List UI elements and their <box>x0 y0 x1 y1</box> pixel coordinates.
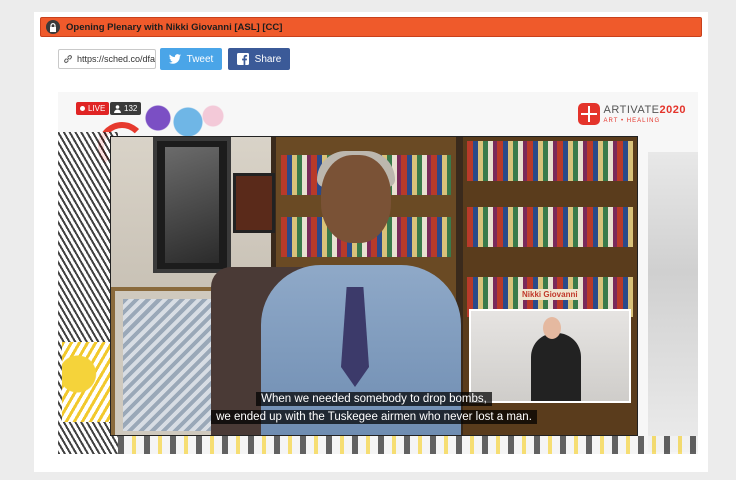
live-badge: LIVE <box>76 102 110 115</box>
tweet-button[interactable]: Tweet <box>160 48 222 70</box>
session-title-bar: Opening Plenary with Nikki Giovanni [ASL… <box>40 17 702 37</box>
link-icon <box>63 54 73 64</box>
share-url-field[interactable]: https://sched.co/dfa3 <box>58 49 156 69</box>
twitter-icon <box>168 54 181 64</box>
share-url-text: https://sched.co/dfa3 <box>77 54 156 64</box>
logo-tagline: ART • HEALING <box>603 117 661 124</box>
artivate-logo: ARTIVATE2020 ART • HEALING <box>577 100 686 128</box>
book-row <box>467 141 633 181</box>
user-icon <box>114 104 121 113</box>
speaker-head <box>321 155 391 243</box>
viewer-count-badge: 132 <box>110 102 142 115</box>
collage-decoration-left-yellow <box>62 342 114 422</box>
collage-decoration-bottom <box>118 436 698 454</box>
live-label: LIVE <box>88 104 106 113</box>
viewer-count: 132 <box>124 104 138 113</box>
live-dot-icon <box>80 106 85 111</box>
lock-icon <box>46 20 60 34</box>
video-player[interactable]: LIVE 132 ARTIVATE2020 ART • HEALING Nikk… <box>58 92 698 454</box>
book-row <box>467 207 633 247</box>
collage-decoration-right <box>648 152 698 452</box>
tweet-label: Tweet <box>186 53 214 65</box>
session-card: Opening Plenary with Nikki Giovanni [ASL… <box>34 12 708 472</box>
wall-frame-small <box>233 173 275 233</box>
wall-frame-portrait <box>153 137 231 273</box>
closed-captions: When we needed somebody to drop bombs, w… <box>111 389 637 425</box>
video-frame[interactable]: Nikki Giovanni When we needed somebody t… <box>110 136 638 436</box>
share-row: https://sched.co/dfa3 Tweet Share <box>58 48 290 70</box>
artivate-cross-icon <box>577 103 600 125</box>
caption-line-2: we ended up with the Tuskegee airmen who… <box>211 410 537 424</box>
caption-line-1: When we needed somebody to drop bombs, <box>256 392 492 406</box>
logo-word: ARTIVATE2020 <box>603 103 686 116</box>
facebook-icon <box>236 53 249 65</box>
share-label: Share <box>254 53 282 65</box>
facebook-share-button[interactable]: Share <box>228 48 290 70</box>
nikki-giovanni-poster: Nikki Giovanni <box>519 289 581 300</box>
session-title: Opening Plenary with Nikki Giovanni [ASL… <box>66 21 283 33</box>
asl-interpreter-head <box>543 317 561 339</box>
